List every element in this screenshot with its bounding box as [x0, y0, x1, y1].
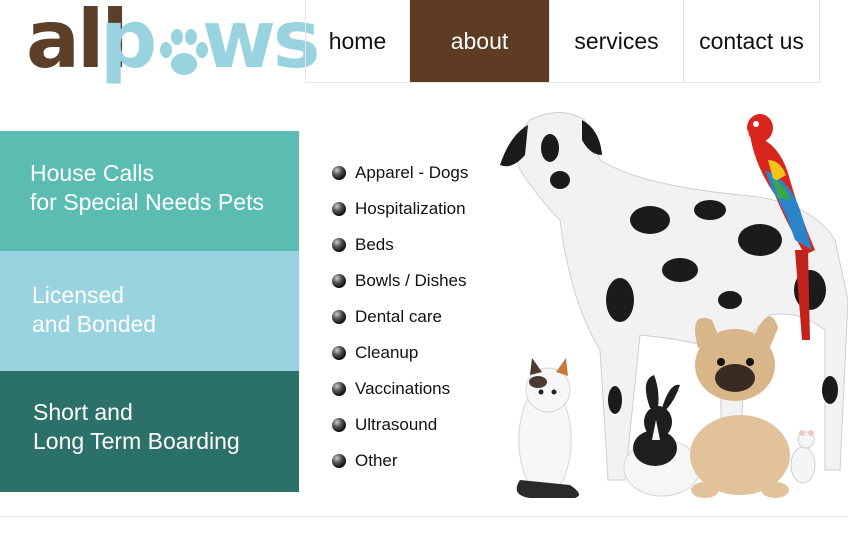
- list-item-label: Hospitalization: [355, 199, 466, 218]
- panel-house-calls-line2: for Special Needs Pets: [30, 189, 264, 215]
- nav-services[interactable]: services: [550, 0, 684, 82]
- bullet-icon: [332, 274, 346, 288]
- list-item-label: Cleanup: [355, 343, 419, 362]
- panel-boarding-line1: Short and: [33, 399, 133, 425]
- list-item-label: Beds: [355, 235, 394, 254]
- logo-text-ws: ws: [202, 0, 321, 86]
- mouse-illustration: [790, 430, 816, 484]
- panel-boarding[interactable]: Short and Long Term Boarding: [0, 371, 299, 492]
- bullet-icon: [332, 202, 346, 216]
- nav-home-label: home: [328, 27, 387, 54]
- nav-services-label: services: [574, 27, 659, 54]
- panel-licensed-line1: Licensed: [32, 282, 125, 308]
- panel-boarding-line2: Long Term Boarding: [33, 428, 240, 454]
- list-item[interactable]: Bowls / Dishes: [332, 263, 468, 299]
- logo-text-p: p: [100, 0, 158, 86]
- services-list: Apparel - Dogs Hospitalization Beds Bowl…: [332, 155, 468, 479]
- rabbit-illustration: [623, 375, 701, 497]
- nav-contact-us[interactable]: contact us: [684, 0, 820, 82]
- list-item[interactable]: Hospitalization: [332, 191, 468, 227]
- list-item[interactable]: Apparel - Dogs: [332, 155, 468, 191]
- list-item[interactable]: Other: [332, 443, 468, 479]
- site-logo[interactable]: all p ws: [26, 0, 321, 94]
- footer-divider: [0, 516, 848, 517]
- pets-image: [500, 112, 848, 498]
- list-item-label: Dental care: [355, 307, 442, 326]
- nav-about[interactable]: about: [410, 0, 550, 82]
- list-item[interactable]: Dental care: [332, 299, 468, 335]
- bullet-icon: [332, 454, 346, 468]
- bullet-icon: [332, 418, 346, 432]
- list-item[interactable]: Cleanup: [332, 335, 468, 371]
- nav-about-label: about: [450, 27, 509, 54]
- panel-licensed-line2: and Bonded: [32, 311, 157, 337]
- list-item-label: Bowls / Dishes: [355, 271, 467, 290]
- panel-house-calls[interactable]: House Calls for Special Needs Pets: [0, 131, 299, 251]
- nav-contact-us-label: contact us: [699, 27, 804, 54]
- bullet-icon: [332, 238, 346, 252]
- list-item-label: Vaccinations: [355, 379, 451, 398]
- list-item-label: Apparel - Dogs: [355, 163, 469, 182]
- kitten-illustration: [516, 358, 579, 498]
- main-nav: home about services contact us: [305, 0, 820, 83]
- list-item[interactable]: Ultrasound: [332, 407, 468, 443]
- nav-home[interactable]: home: [306, 0, 410, 82]
- panel-house-calls-line1: House Calls: [30, 160, 154, 186]
- list-item-label: Ultrasound: [355, 415, 438, 434]
- list-item[interactable]: Beds: [332, 227, 468, 263]
- panel-licensed[interactable]: Licensed and Bonded: [0, 251, 299, 371]
- feature-panels: House Calls for Special Needs Pets Licen…: [0, 131, 299, 492]
- bullet-icon: [332, 346, 346, 360]
- bullet-icon: [332, 166, 346, 180]
- bullet-icon: [332, 310, 346, 324]
- bullet-icon: [332, 382, 346, 396]
- list-item-label: Other: [355, 451, 398, 470]
- list-item[interactable]: Vaccinations: [332, 371, 468, 407]
